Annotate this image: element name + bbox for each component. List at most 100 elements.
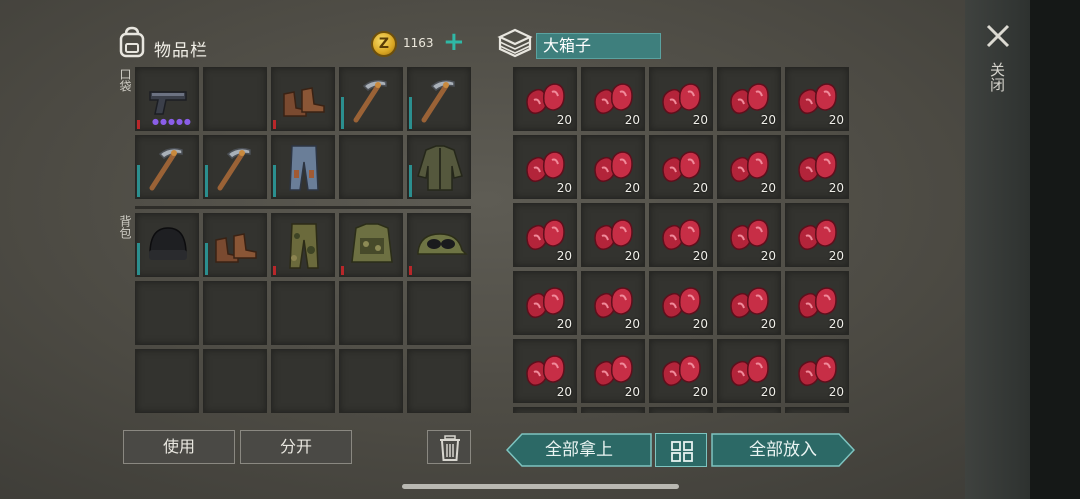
item-slot[interactable]: 20: [649, 271, 713, 335]
empty-slot[interactable]: [135, 349, 199, 413]
item-slot[interactable]: [339, 67, 403, 131]
trash-button[interactable]: [427, 430, 471, 464]
pants-icon: [289, 145, 319, 191]
empty-slot[interactable]: [407, 349, 471, 413]
item-slot[interactable]: 20: [649, 135, 713, 199]
item-slot[interactable]: 20: [581, 67, 645, 131]
item-slot[interactable]: 20: [717, 203, 781, 267]
add-coins-button[interactable]: +: [443, 29, 465, 55]
item-slot[interactable]: [339, 213, 403, 277]
empty-slot[interactable]: [407, 281, 471, 345]
stack-quantity: 20: [760, 317, 776, 331]
item-slot[interactable]: 20: [513, 135, 577, 199]
item-slot[interactable]: 20: [513, 271, 577, 335]
stack-quantity: 20: [624, 249, 640, 263]
empty-slot[interactable]: [203, 349, 267, 413]
pocket-grid: ●●●●●: [135, 67, 471, 199]
item-slot[interactable]: 20: [581, 203, 645, 267]
item-slot[interactable]: 20: [581, 339, 645, 403]
item-slot[interactable]: [271, 213, 335, 277]
stack-quantity: 20: [624, 385, 640, 399]
stack-quantity: 20: [624, 317, 640, 331]
empty-slot[interactable]: [203, 67, 267, 131]
stack-quantity: 20: [692, 317, 708, 331]
stack-quantity: 20: [624, 181, 640, 195]
stack-quantity: 20: [692, 181, 708, 195]
item-slot[interactable]: 20: [581, 135, 645, 199]
home-indicator[interactable]: [402, 484, 679, 489]
empty-slot[interactable]: [271, 349, 335, 413]
item-slot[interactable]: 20: [717, 271, 781, 335]
item-slot[interactable]: 20: [785, 339, 849, 403]
empty-slot[interactable]: [339, 281, 403, 345]
item-slot[interactable]: 20: [513, 407, 577, 413]
item-slot[interactable]: [135, 213, 199, 277]
stack-quantity: 20: [828, 317, 844, 331]
use-button[interactable]: 使用: [123, 430, 235, 464]
stack-quantity: 20: [556, 181, 572, 195]
jacket-icon: [417, 145, 463, 191]
camo-vest-icon: [351, 223, 393, 263]
stack-quantity: 20: [760, 385, 776, 399]
raw-meat-icon: [718, 408, 782, 413]
empty-slot[interactable]: [135, 281, 199, 345]
durability-bar: [273, 120, 276, 129]
item-slot[interactable]: 20: [513, 339, 577, 403]
item-slot[interactable]: [407, 135, 471, 199]
raw-meat-icon: [786, 408, 849, 413]
item-slot[interactable]: 20: [649, 339, 713, 403]
item-slot[interactable]: 20: [717, 67, 781, 131]
split-button[interactable]: 分开: [240, 430, 352, 464]
item-slot[interactable]: 20: [785, 271, 849, 335]
put-all-button[interactable]: 全部放入: [711, 433, 856, 467]
stack-quantity: 20: [828, 181, 844, 195]
item-slot[interactable]: [271, 135, 335, 199]
take-all-button[interactable]: 全部拿上: [505, 433, 652, 467]
durability-bar: [341, 97, 344, 129]
item-slot[interactable]: [407, 213, 471, 277]
item-slot[interactable]: [271, 67, 335, 131]
item-slot[interactable]: 20: [581, 407, 645, 413]
item-slot[interactable]: 20: [785, 407, 849, 413]
raw-meat-icon: [514, 408, 578, 413]
ammo-dots: ●●●●●: [152, 117, 192, 126]
camo-pants-icon: [289, 223, 319, 269]
item-slot[interactable]: ●●●●●: [135, 67, 199, 131]
empty-slot[interactable]: [271, 281, 335, 345]
item-slot[interactable]: [203, 213, 267, 277]
durability-bar: [137, 243, 140, 275]
item-slot[interactable]: 20: [513, 67, 577, 131]
item-slot[interactable]: 20: [581, 271, 645, 335]
stack-quantity: 20: [760, 249, 776, 263]
pickaxe-icon: [217, 147, 251, 191]
empty-slot[interactable]: [339, 349, 403, 413]
backpack-label: 背包: [118, 215, 132, 239]
item-slot[interactable]: 20: [649, 67, 713, 131]
sort-button[interactable]: [655, 433, 707, 467]
item-slot[interactable]: 20: [649, 407, 713, 413]
item-slot[interactable]: 20: [785, 135, 849, 199]
close-label[interactable]: 关闭: [988, 62, 1006, 92]
item-slot[interactable]: 20: [717, 135, 781, 199]
durability-bar: [409, 165, 412, 197]
inventory-title: 物品栏: [154, 41, 208, 61]
section-divider: [135, 206, 471, 209]
durability-bar: [409, 266, 412, 275]
item-slot[interactable]: 20: [785, 67, 849, 131]
item-slot[interactable]: 20: [785, 203, 849, 267]
pickaxe-icon: [149, 147, 183, 191]
item-slot[interactable]: [135, 135, 199, 199]
empty-slot[interactable]: [339, 135, 403, 199]
durability-bar: [137, 120, 140, 129]
container-name-field[interactable]: 大箱子: [536, 33, 661, 59]
item-slot[interactable]: 20: [513, 203, 577, 267]
item-slot[interactable]: 20: [717, 339, 781, 403]
close-icon[interactable]: [984, 22, 1012, 50]
boots-icon: [283, 87, 325, 117]
empty-slot[interactable]: [203, 281, 267, 345]
item-slot[interactable]: [203, 135, 267, 199]
crate-icon: [497, 28, 533, 58]
item-slot[interactable]: 20: [717, 407, 781, 413]
item-slot[interactable]: 20: [649, 203, 713, 267]
item-slot[interactable]: [407, 67, 471, 131]
